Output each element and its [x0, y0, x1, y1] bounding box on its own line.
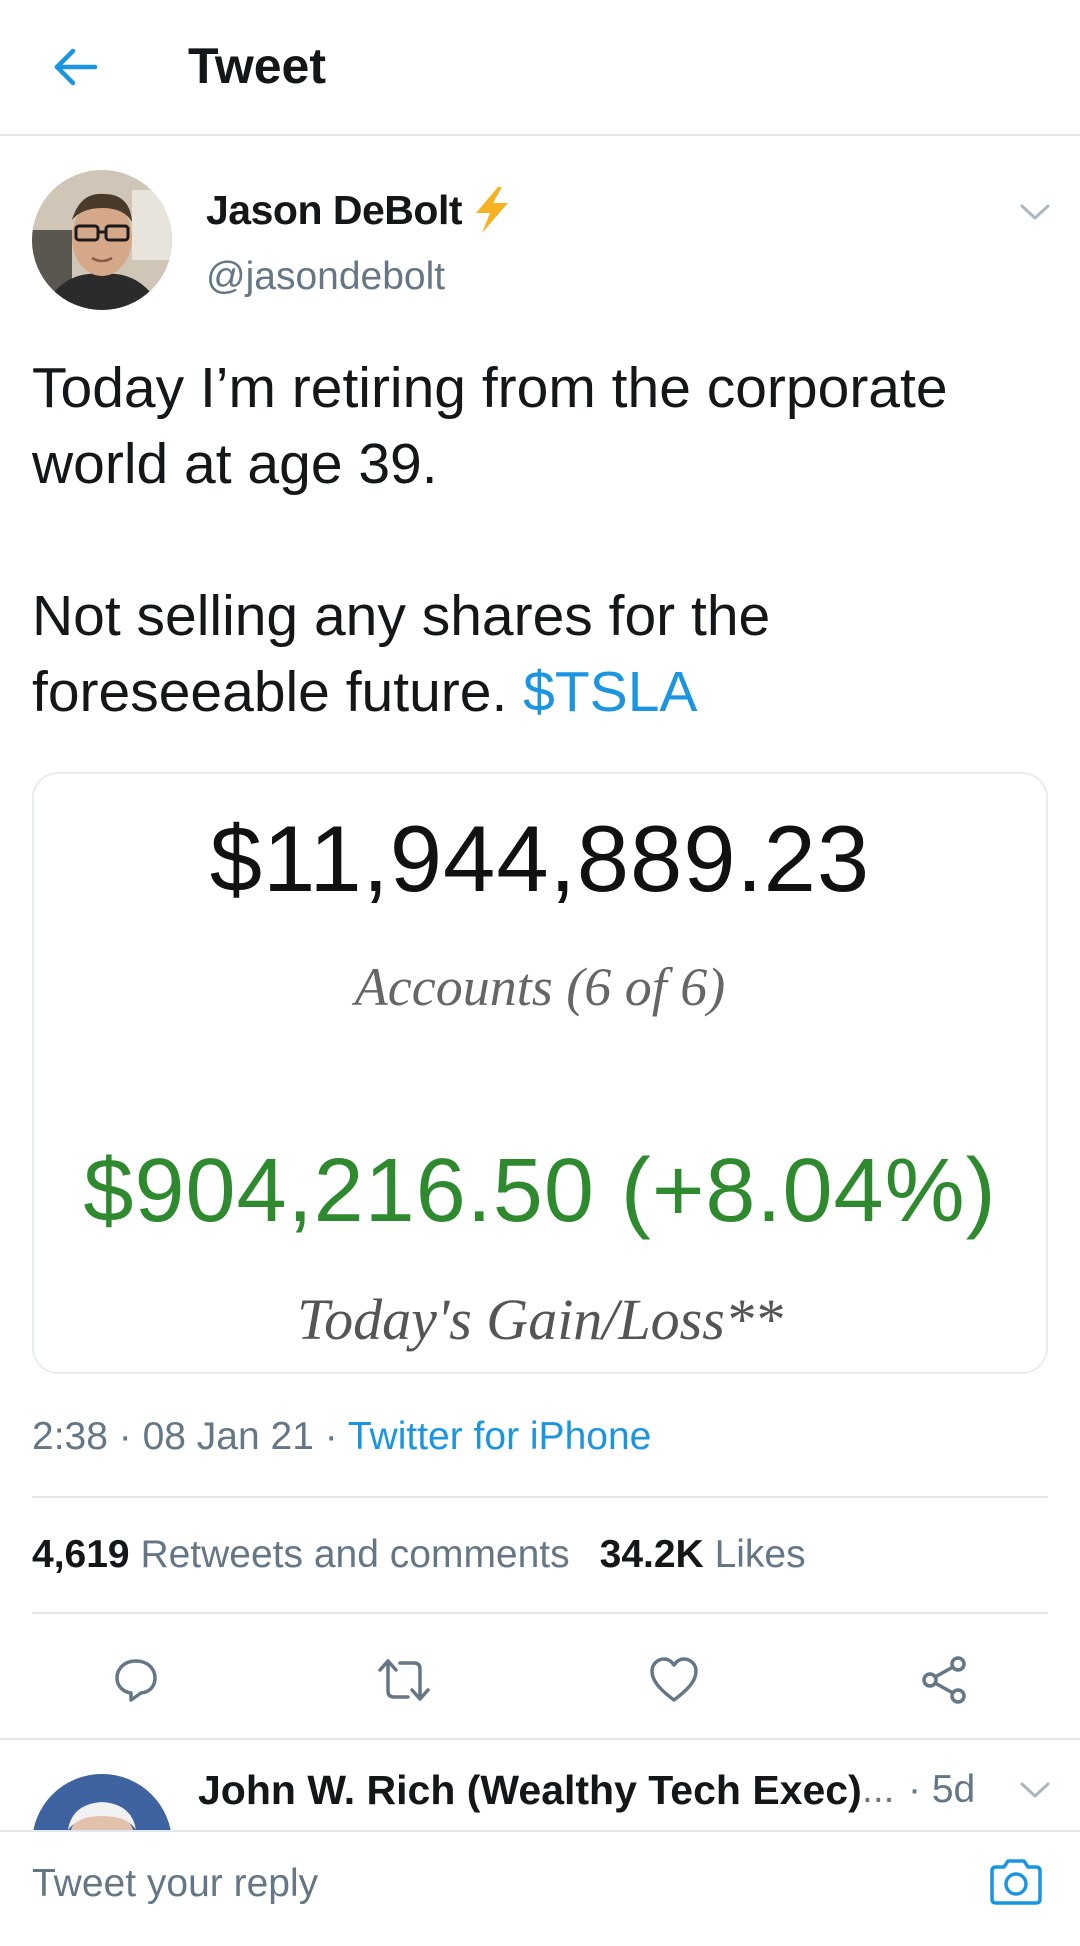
reply-name-truncation: ...: [862, 1768, 895, 1811]
chevron-down-icon: [1020, 204, 1050, 220]
top-app-bar: Tweet: [0, 0, 1080, 136]
likes-count: 34.2K: [599, 1533, 704, 1576]
tweet-paragraph-2: Not selling any shares for the foreseeab…: [32, 578, 1042, 730]
tweet-source-link[interactable]: Twitter for iPhone: [348, 1415, 651, 1458]
daily-gain-value: $904,216.50 (+8.04%): [83, 1141, 997, 1241]
reply-options-button[interactable]: [1010, 1772, 1060, 1808]
tweet-date: 08 Jan 21: [142, 1415, 314, 1458]
tweet-time: 2:38: [32, 1415, 108, 1458]
arrow-left-icon: [54, 48, 98, 86]
likes-label: Likes: [714, 1533, 806, 1576]
reply-compose-bar: [0, 1830, 1080, 1946]
author-name-text: Jason DeBolt: [206, 187, 463, 233]
author-handle[interactable]: @jasondebolt: [206, 250, 445, 304]
retweets-label: Retweets and comments: [140, 1533, 570, 1576]
cashtag-link[interactable]: $TSLA: [523, 660, 697, 724]
share-button[interactable]: [912, 1648, 976, 1712]
reply-button[interactable]: [104, 1648, 168, 1712]
likes-stat[interactable]: 34.2K Likes: [600, 1533, 806, 1576]
retweets-stat[interactable]: 4,619 Retweets and comments: [32, 1533, 570, 1576]
retweet-icon: [378, 1659, 430, 1701]
page-title: Tweet: [188, 38, 326, 94]
reply-input[interactable]: [32, 1854, 932, 1914]
tweet-options-button[interactable]: [1010, 192, 1060, 232]
tweet-stats: 4,619 Retweets and comments 34.2K Likes: [32, 1528, 806, 1582]
divider: [32, 1612, 1048, 1614]
share-icon: [922, 1656, 966, 1704]
retweets-count: 4,619: [32, 1533, 130, 1576]
lightning-bolt-icon: [476, 187, 508, 233]
add-photo-button[interactable]: [984, 1850, 1048, 1914]
divider: [0, 1738, 1080, 1740]
tweet-metadata: 2:38 · 08 Jan 21 · Twitter for iPhone: [32, 1410, 651, 1464]
reply-timestamp: · 5d: [908, 1768, 976, 1811]
back-button[interactable]: [40, 34, 110, 100]
camera-icon: [990, 1859, 1042, 1905]
accounts-label: Accounts (6 of 6): [354, 957, 726, 1017]
tweet-body: Today I’m retiring from the corporate wo…: [32, 350, 1042, 730]
retweet-button[interactable]: [372, 1648, 436, 1712]
reply-author-name[interactable]: John W. Rich (Wealthy Tech Exec): [198, 1762, 862, 1818]
like-button[interactable]: [642, 1648, 706, 1712]
tweet-media-image[interactable]: $11,944,889.23 Accounts (6 of 6) $904,21…: [32, 772, 1048, 1374]
daily-gain-label: Today's Gain/Loss**: [297, 1287, 783, 1352]
chevron-down-icon: [1020, 1782, 1050, 1798]
avatar-photo: [32, 170, 172, 310]
heart-icon: [650, 1657, 698, 1702]
meta-separator: ·: [107, 1415, 143, 1458]
author-avatar[interactable]: [32, 170, 172, 310]
meta-separator: ·: [313, 1415, 348, 1458]
tweet-paragraph-1: Today I’m retiring from the corporate wo…: [32, 356, 948, 496]
reply-icon: [115, 1659, 157, 1702]
author-name[interactable]: Jason DeBolt: [206, 182, 514, 238]
divider: [32, 1496, 1048, 1498]
portfolio-total-value: $11,944,889.23: [209, 806, 871, 911]
